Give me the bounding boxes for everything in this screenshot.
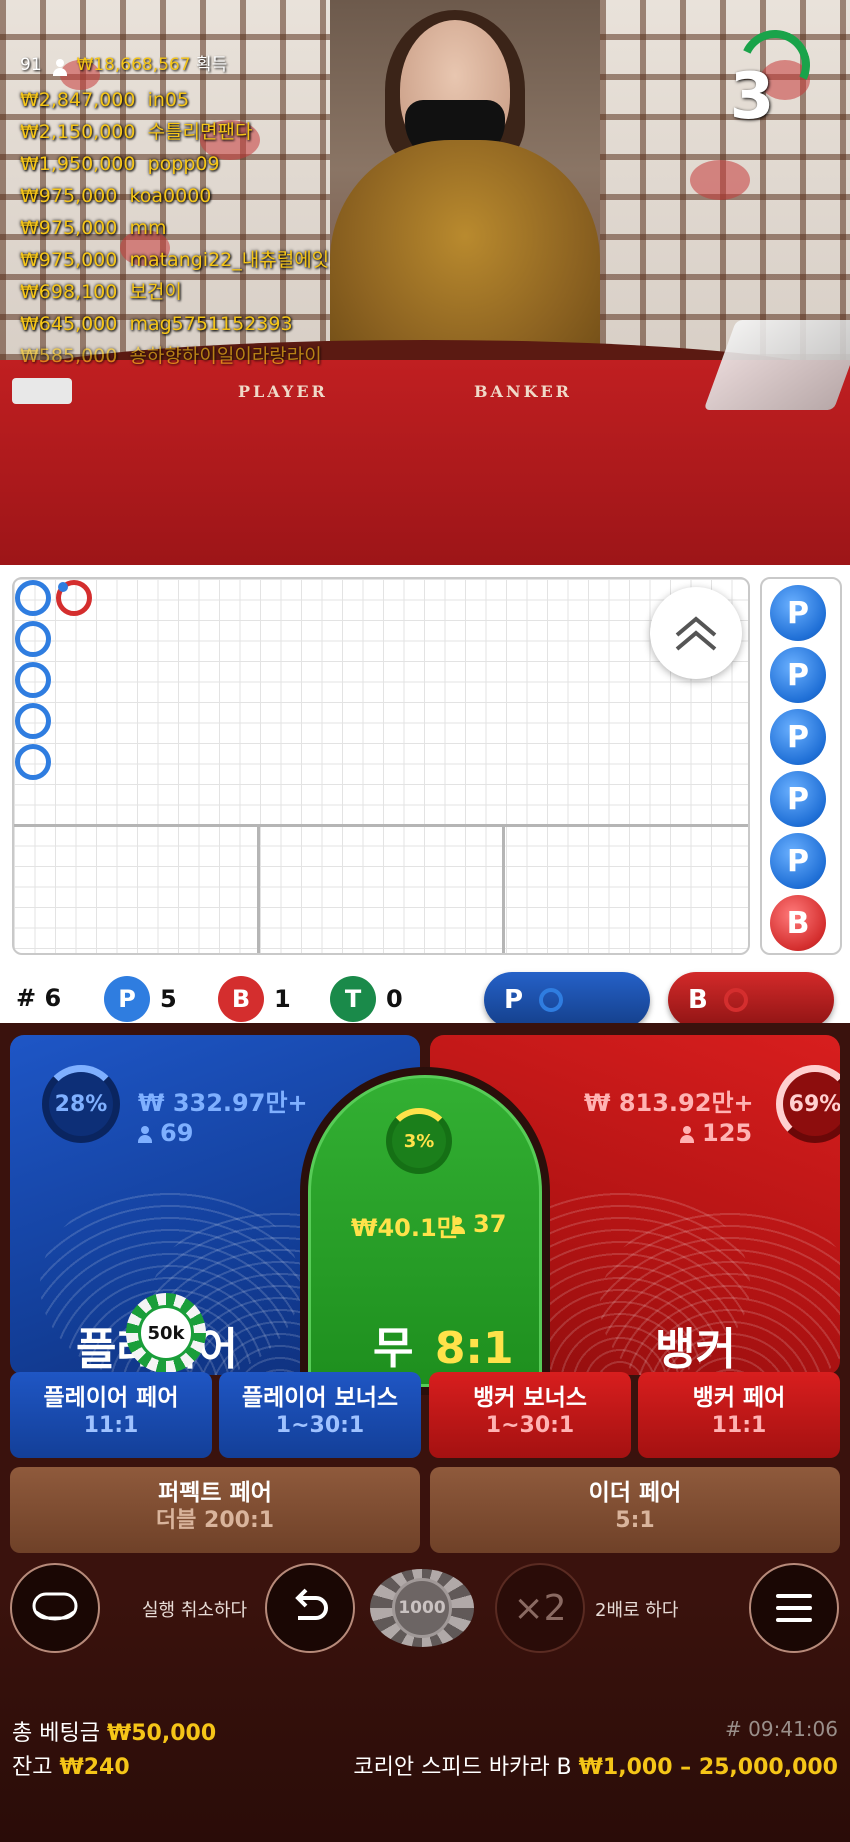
balance-value: ₩240 [59, 1755, 130, 1780]
winner-row: ₩2,847,000 in05 [20, 89, 190, 111]
winners-list: ₩2,847,000 in05 ₩2,150,000 수틀리면팬다 ₩1,950… [20, 84, 329, 372]
placed-chip: 50k [126, 1293, 206, 1373]
prediction-ring-icon [539, 988, 564, 1012]
road-divider [14, 824, 748, 827]
bead-road[interactable]: P P P P P B [760, 577, 842, 955]
perfect-pair-bet[interactable]: 퍼펙트 페어 더블 200:1 [10, 1467, 420, 1553]
road-marker-player [15, 580, 51, 616]
winner-row: ₩585,000 숑하향하이일이라랑라이 [20, 345, 322, 367]
total-bet: 총 베팅금 ₩50,000 [12, 1721, 217, 1746]
viewer-count: 91 [20, 55, 42, 75]
winner-row: ₩645,000 mag5751152393 [20, 313, 293, 335]
winner-row: ₩2,150,000 수틀리면팬다 [20, 121, 253, 143]
banker-bonus-bet[interactable]: 뱅커 보너스 1~30:1 [429, 1372, 631, 1458]
player-win-count: P 5 [104, 976, 177, 1022]
cards-stack [12, 378, 72, 404]
banker-pair-bet[interactable]: 뱅커 페어 11:1 [638, 1372, 840, 1458]
table-info: 코리안 스피드 바카라 B ₩1,000 – 25,000,000 [353, 1749, 838, 1781]
banker-bettor-count: 125 [680, 1119, 752, 1147]
bead-result: B [770, 895, 826, 951]
winner-row: ₩975,000 koa0000 [20, 185, 212, 207]
banker-badge-icon: B [218, 976, 264, 1022]
winner-row: ₩975,000 mm [20, 217, 167, 239]
person-icon [53, 59, 68, 76]
bead-result: P [770, 647, 826, 703]
tie-bettor-count: 37 [451, 1210, 506, 1238]
bead-result: P [770, 585, 826, 641]
undo-button[interactable] [265, 1563, 355, 1653]
tie-percent: 3% [386, 1108, 452, 1174]
chip-selector[interactable]: 1000 [370, 1569, 474, 1647]
bead-result: P [770, 709, 826, 765]
predict-banker-button[interactable]: B [668, 972, 834, 1028]
expand-roadmap-button[interactable] [650, 587, 742, 679]
prediction-ring-icon [723, 988, 748, 1012]
double-label: 2배로 하다 [595, 1600, 679, 1621]
bead-result: P [770, 771, 826, 827]
road-marker-player [15, 744, 51, 780]
road-marker-dot [58, 582, 68, 592]
tie-odds: 8:1 [434, 1323, 514, 1374]
balance: 잔고 ₩240 [12, 1755, 130, 1780]
person-icon [451, 1217, 465, 1234]
big-road-grid[interactable] [12, 577, 750, 955]
clock: # 09:41:06 [725, 1717, 838, 1741]
undo-label: 실행 취소하다 [142, 1600, 248, 1621]
round-number: # 6 [16, 984, 62, 1012]
double-button[interactable]: ×2 [495, 1563, 585, 1653]
tie-count: T 0 [330, 976, 403, 1022]
background-screen-right [600, 0, 850, 360]
person-icon [138, 1126, 152, 1143]
either-pair-bet[interactable]: 이더 페어 5:1 [430, 1467, 840, 1553]
player-total-amount: ₩ 332.97만+ [138, 1089, 308, 1117]
person-icon [680, 1126, 694, 1143]
hamburger-menu-icon [776, 1594, 812, 1622]
countdown-number: 3 [729, 60, 775, 134]
player-badge-icon: P [104, 976, 150, 1022]
selected-chip-value: 1000 [392, 1578, 452, 1638]
predict-player-button[interactable]: P [484, 972, 650, 1028]
double-chevron-up-icon [675, 616, 717, 651]
road-marker-player [15, 662, 51, 698]
winner-row: ₩698,100 보건이 [20, 281, 182, 303]
tie-total-amount: ₩40.1만 [351, 1214, 459, 1242]
bet-limits: ₩1,000 – 25,000,000 [578, 1755, 838, 1780]
road-divider [257, 824, 260, 953]
tie-bet-spot[interactable]: 3% ₩40.1만 37 무 8:1 [300, 1067, 550, 1395]
banker-percent: 69% [776, 1065, 840, 1143]
bead-result: P [770, 833, 826, 889]
roadmap-stats: # 6 P 5 B 1 T 0 P B [0, 950, 850, 1028]
banker-total-amount: ₩ 813.92만+ [584, 1089, 754, 1117]
undo-icon [295, 1588, 328, 1620]
winner-row: ₩1,950,000 popp09 [20, 153, 220, 175]
table-view-icon [32, 1592, 78, 1621]
winnings-suffix: 획득 [196, 55, 228, 75]
player-bonus-bet[interactable]: 플레이어 보너스 1~30:1 [219, 1372, 421, 1458]
road-marker-banker [56, 580, 92, 616]
tie-badge-icon: T [330, 976, 376, 1022]
winners-header: 91 ₩18,668,567 획득 [20, 50, 228, 76]
player-pair-bet[interactable]: 플레이어 페어 11:1 [10, 1372, 212, 1458]
table-label-banker: BANKER [474, 382, 572, 401]
live-video: PLAYER BANKER 91 ₩18,668,567 획득 ₩2,847,0… [0, 0, 850, 565]
road-divider [502, 824, 505, 953]
table-name: 코리안 스피드 바카라 B [353, 1755, 572, 1780]
total-bet-value: ₩50,000 [106, 1721, 217, 1746]
player-bettor-count: 69 [138, 1119, 193, 1147]
player-percent: 28% [42, 1065, 120, 1143]
road-marker-player [15, 621, 51, 657]
lobby-button[interactable] [10, 1563, 100, 1653]
roadmap-panel: P P P P P B # 6 P 5 B 1 T 0 P B [0, 565, 850, 1028]
menu-button[interactable] [749, 1563, 839, 1653]
banker-label: 뱅커 [655, 1324, 736, 1375]
betting-area: 28% ₩ 332.97만+ 69 플레이어 50k ₩ 813.92만+ 12… [0, 1023, 850, 1842]
total-winnings: ₩18,668,567 [76, 55, 191, 75]
winner-row: ₩975,000 matangi22_내츄럴에잇 [20, 249, 330, 271]
tie-label: 무 8:1 [373, 1323, 514, 1374]
table-label-player: PLAYER [238, 382, 328, 401]
banker-win-count: B 1 [218, 976, 291, 1022]
road-marker-player [15, 703, 51, 739]
